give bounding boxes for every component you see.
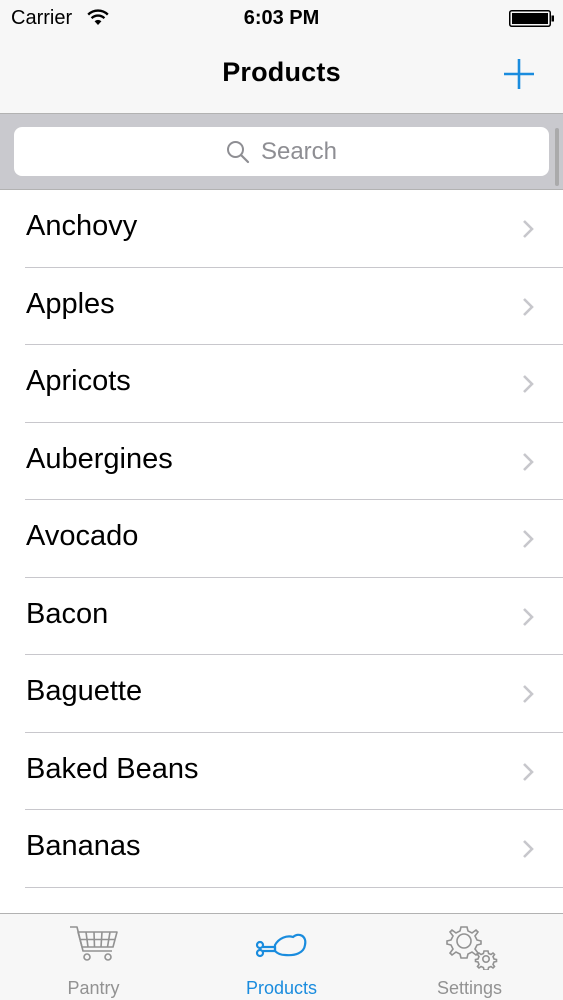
list-item[interactable]: Anchovy xyxy=(0,190,563,268)
chevron-right-icon xyxy=(523,685,534,703)
tab-label: Products xyxy=(245,978,318,998)
battery-icon xyxy=(509,10,554,27)
list-item[interactable]: Apples xyxy=(0,268,563,346)
list-item[interactable]: Aubergines xyxy=(0,423,563,501)
list-item[interactable]: Baguette xyxy=(0,655,563,733)
list-item-label: Bacon xyxy=(26,597,109,630)
cart-icon xyxy=(69,926,118,961)
chevron-right-icon xyxy=(523,452,534,471)
tab-settings[interactable]: Settings xyxy=(376,914,563,1000)
list-item-label: Baked Beans xyxy=(26,752,199,785)
chevron-right-icon xyxy=(523,375,534,393)
plus-icon xyxy=(504,59,534,89)
tab-bar: Pantry Products Settings xyxy=(0,913,563,1000)
scroll-indicator[interactable] xyxy=(555,128,559,186)
chevron-right-icon xyxy=(523,297,534,316)
gears-icon xyxy=(445,926,497,970)
list-item-label: Bananas xyxy=(26,830,141,862)
list-item-label: Avocado xyxy=(26,520,139,552)
list-item-label: Anchovy xyxy=(26,210,138,242)
product-list: Anchovy Apples Apricots Aubergines Avoca… xyxy=(0,190,563,913)
search-placeholder: Search xyxy=(260,137,338,165)
tab-pantry[interactable]: Pantry xyxy=(0,914,187,1000)
page-title: Products xyxy=(222,57,341,87)
tab-label: Pantry xyxy=(67,978,120,998)
list-item[interactable]: Apricots xyxy=(0,345,563,423)
chevron-right-icon xyxy=(523,220,534,238)
tab-products[interactable]: Products xyxy=(188,914,375,1000)
list-item[interactable]: Avocado xyxy=(0,500,563,578)
list-item-label: Apricots xyxy=(26,365,131,397)
add-product-button[interactable] xyxy=(500,55,538,93)
search-input[interactable]: Search xyxy=(14,127,549,176)
chicken-leg-icon xyxy=(255,933,306,958)
list-item-label: Baguette xyxy=(26,675,143,707)
navigation-header: Carrier 6:03 PM Products xyxy=(0,0,563,114)
chevron-right-icon xyxy=(523,530,534,548)
search-bar: Search xyxy=(0,114,563,190)
list-item-label: Aubergines xyxy=(26,442,173,475)
tab-label: Settings xyxy=(436,978,503,998)
status-bar: Carrier 6:03 PM xyxy=(0,0,563,38)
list-item[interactable]: Bacon xyxy=(0,578,563,656)
chevron-right-icon xyxy=(523,762,534,781)
status-time: 6:03 PM xyxy=(243,7,320,29)
list-item-label: Apples xyxy=(26,287,115,320)
search-icon xyxy=(226,140,250,163)
products-screen: Carrier 6:03 PM Products Search Anchovy … xyxy=(0,0,563,1000)
chevron-right-icon xyxy=(523,607,534,626)
chevron-right-icon xyxy=(523,840,534,858)
list-item[interactable]: Baked Beans xyxy=(0,733,563,811)
list-item[interactable]: Bananas xyxy=(0,810,563,888)
